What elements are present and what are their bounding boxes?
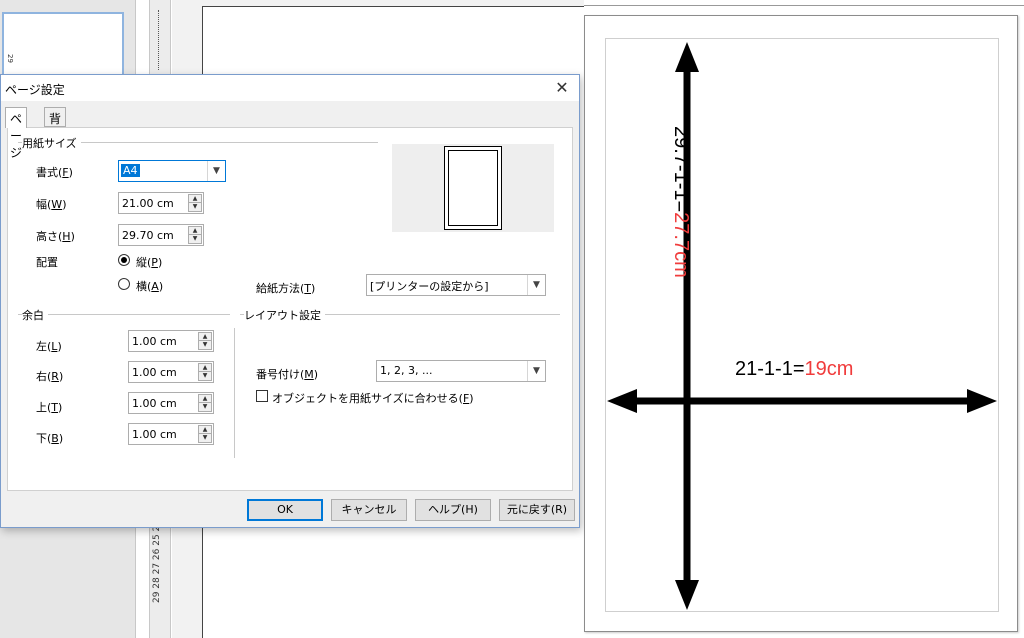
margin-top-value: 1.00 cm — [132, 397, 177, 410]
margins-divider — [18, 314, 230, 315]
spin-down-icon[interactable]: ▼ — [199, 403, 211, 411]
spin-down-icon[interactable]: ▼ — [189, 203, 201, 211]
spin-up-icon[interactable]: ▲ — [189, 195, 201, 203]
spin-up-icon[interactable]: ▲ — [199, 395, 211, 403]
numbering-select[interactable]: 1, 2, 3, ... ▼ — [376, 360, 546, 382]
spin-up-icon[interactable]: ▲ — [199, 333, 211, 341]
margin-top-spin-buttons[interactable]: ▲ ▼ — [198, 394, 212, 412]
fit-object-checkbox[interactable] — [256, 390, 268, 402]
width-stepper[interactable]: 21.00 cm ▲ ▼ — [118, 192, 204, 214]
margin-left-stepper[interactable]: 1.00 cm ▲ ▼ — [128, 330, 214, 352]
layout-section-label: レイアウト設定 — [244, 307, 325, 323]
portrait-label[interactable]: 縦(P) — [136, 254, 162, 270]
paper-tray-value: [プリンターの設定から] — [370, 280, 489, 293]
height-spin-buttons[interactable]: ▲ ▼ — [188, 226, 202, 244]
horizontal-dimension-label: 21-1-1=19cm — [735, 358, 854, 380]
margin-right-stepper[interactable]: 1.00 cm ▲ ▼ — [128, 361, 214, 383]
format-label: 書式(F) — [36, 166, 73, 179]
spin-up-icon[interactable]: ▲ — [199, 426, 211, 434]
margin-top-stepper[interactable]: 1.00 cm ▲ ▼ — [128, 392, 214, 414]
margin-left-spin-buttons[interactable]: ▲ ▼ — [198, 332, 212, 350]
spin-down-icon[interactable]: ▼ — [189, 235, 201, 243]
printable-area-illustration: 29.7-1-1=27.7cm 21-1-1=19cm — [584, 15, 1018, 632]
margin-right-label: 右(R) — [36, 370, 64, 383]
chevron-down-icon[interactable]: ▼ — [527, 361, 545, 381]
margins-section-label: 余白 — [22, 307, 48, 323]
width-value: 21.00 cm — [122, 197, 174, 210]
spin-down-icon[interactable]: ▼ — [199, 341, 211, 349]
margin-bottom-label: 下(B) — [36, 432, 64, 445]
spin-down-icon[interactable]: ▼ — [199, 434, 211, 442]
width-label: 幅(W) — [36, 198, 67, 211]
margin-right-value: 1.00 cm — [132, 366, 177, 379]
close-icon[interactable]: ✕ — [551, 77, 573, 99]
margin-top-label: 上(T) — [36, 401, 63, 414]
spin-up-icon[interactable]: ▲ — [189, 227, 201, 235]
section-vertical-divider — [234, 328, 235, 458]
width-spin-buttons[interactable]: ▲ ▼ — [188, 194, 202, 212]
dialog-title: ページ設定 — [5, 83, 65, 97]
spin-down-icon[interactable]: ▼ — [199, 372, 211, 380]
margin-right-spin-buttons[interactable]: ▲ ▼ — [198, 363, 212, 381]
margin-left-label: 左(L) — [36, 340, 62, 353]
paper-tray-select[interactable]: [プリンターの設定から] ▼ — [366, 274, 546, 296]
orientation-label: 配置 — [36, 256, 58, 269]
chevron-down-icon[interactable]: ▼ — [207, 161, 225, 181]
paper-tray-label: 給紙方法(T) — [256, 282, 316, 295]
page-setup-dialog: ページ設定 ✕ ページ 背景 用紙サイズ 書式(F) A4 ▼ 幅(W) 21.… — [0, 74, 580, 528]
horizontal-arrow — [607, 389, 997, 413]
margin-bottom-stepper[interactable]: 1.00 cm ▲ ▼ — [128, 423, 214, 445]
vertical-ruler-labels: 29 28 27 26 25 24 — [152, 520, 162, 604]
vertical-dimension-label: 29.7-1-1=27.7cm — [670, 126, 692, 278]
tab-background[interactable]: 背景 — [44, 107, 67, 143]
fit-object-label[interactable]: オブジェクトを用紙サイズに合わせる(F) — [272, 390, 474, 406]
margin-bottom-spin-buttons[interactable]: ▲ ▼ — [198, 425, 212, 443]
portrait-radio[interactable] — [118, 254, 130, 266]
ok-button[interactable]: OK — [247, 499, 323, 521]
landscape-radio[interactable] — [118, 278, 130, 290]
numbering-value: 1, 2, 3, ... — [380, 364, 433, 377]
tab-panel-page: 用紙サイズ 書式(F) A4 ▼ 幅(W) 21.00 cm ▲ ▼ 高さ(H) … — [7, 127, 573, 491]
margin-left-value: 1.00 cm — [132, 335, 177, 348]
paper-size-section-label: 用紙サイズ — [22, 135, 81, 151]
height-value: 29.70 cm — [122, 229, 174, 242]
height-stepper[interactable]: 29.70 cm ▲ ▼ — [118, 224, 204, 246]
tab-page[interactable]: ページ — [5, 107, 28, 160]
page-preview — [392, 144, 554, 232]
format-select[interactable]: A4 ▼ — [118, 160, 226, 182]
dimension-arrows — [607, 42, 997, 610]
numbering-label: 番号付け(M) — [256, 368, 319, 381]
spin-up-icon[interactable]: ▲ — [199, 364, 211, 372]
height-label: 高さ(H) — [36, 230, 75, 243]
reset-button[interactable]: 元に戻す(R) — [499, 499, 575, 521]
margin-bottom-value: 1.00 cm — [132, 428, 177, 441]
format-value: A4 — [121, 164, 140, 177]
preview-margin-outline — [448, 150, 498, 226]
help-button[interactable]: ヘルプ(H) — [415, 499, 491, 521]
preview-page-outline — [444, 146, 502, 230]
cancel-button[interactable]: キャンセル — [331, 499, 407, 521]
dialog-titlebar[interactable]: ページ設定 ✕ — [1, 75, 579, 101]
chevron-down-icon[interactable]: ▼ — [527, 275, 545, 295]
landscape-label[interactable]: 横(A) — [136, 278, 163, 294]
ruler-ticks — [158, 10, 164, 70]
